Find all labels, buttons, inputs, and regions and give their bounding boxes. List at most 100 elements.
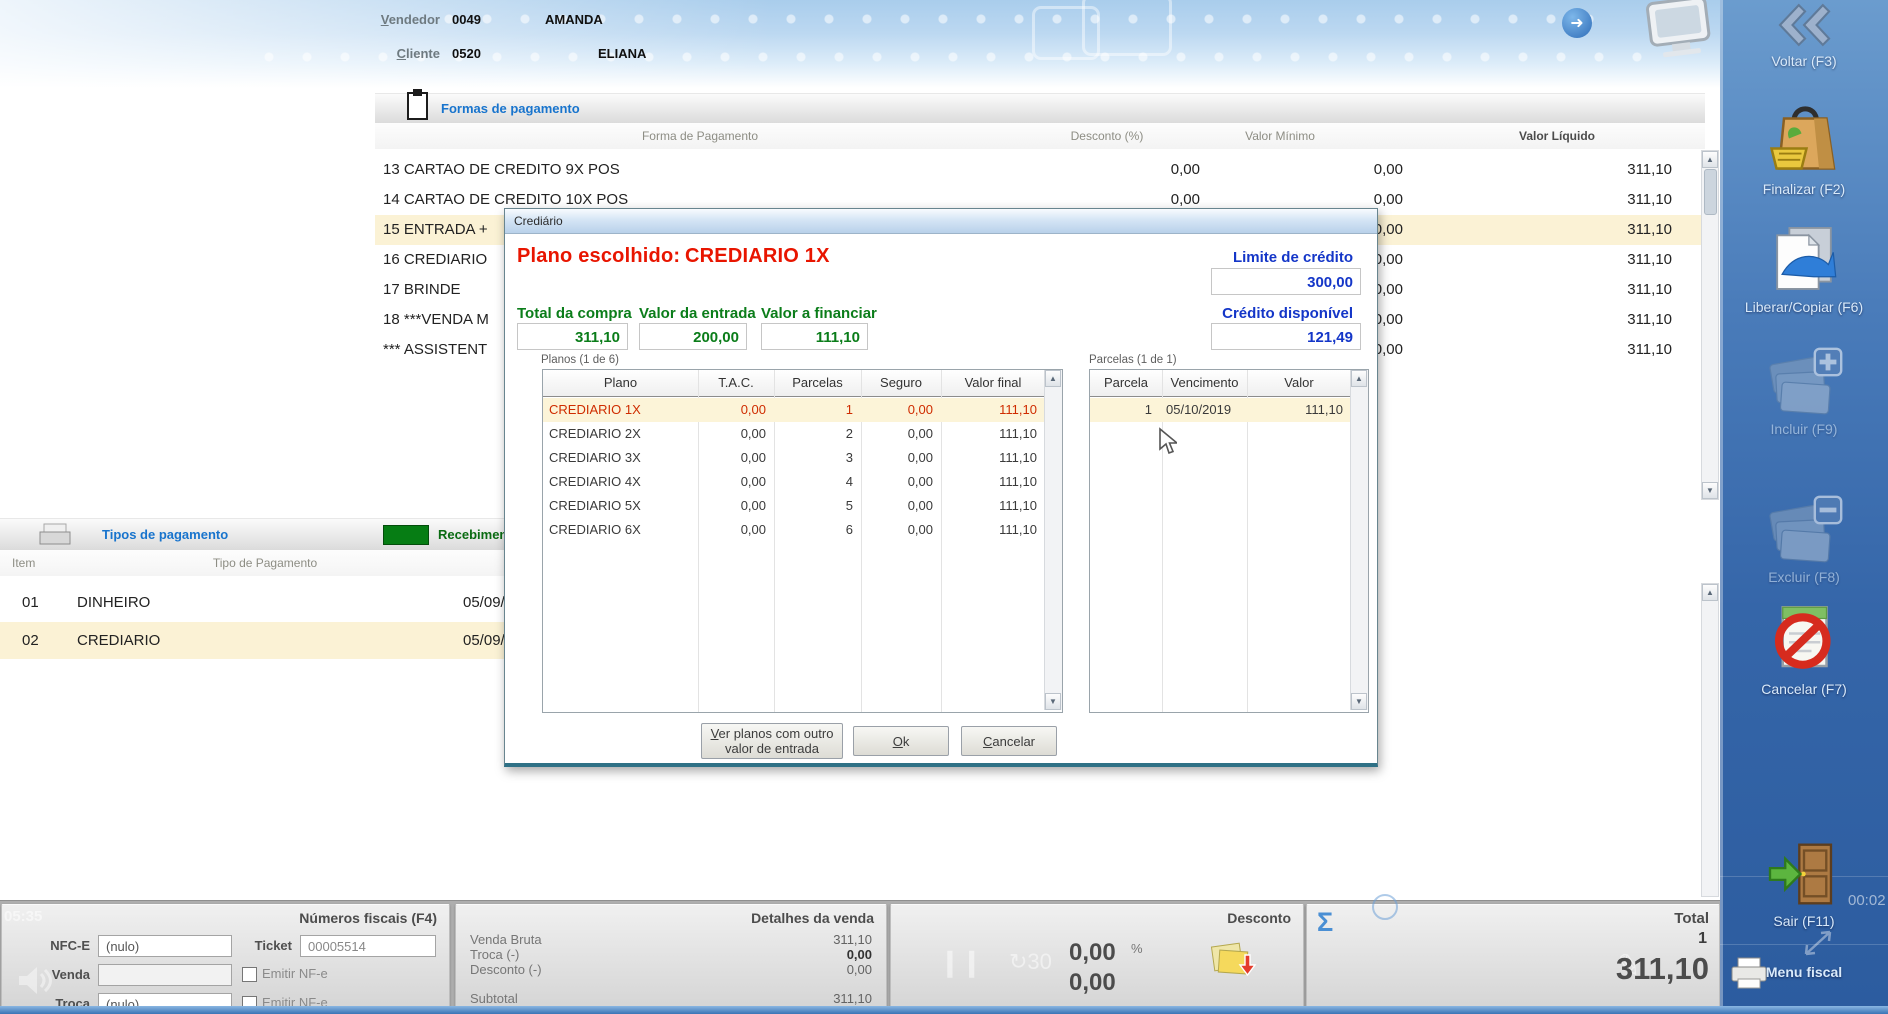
discount-amount-value: 0,00 [1069, 969, 1116, 997]
subtotal-value: 311,10 [833, 991, 872, 1006]
scroll-up-icon[interactable]: ▲ [1351, 370, 1367, 387]
payment-row-name: 14 CARTAO DE CREDITO 10X POS [383, 191, 628, 208]
view-other-plans-button[interactable]: Ver planos com outro valor de entrada [701, 723, 843, 759]
payment-row-desconto: 0,00 [1050, 161, 1200, 178]
sidebar-sair-button[interactable]: Sair (F11) [1720, 840, 1888, 929]
venda-label: Venda [26, 967, 90, 982]
payment-row-liquido: 311,10 [1522, 311, 1672, 328]
clipboard-icon [405, 88, 431, 122]
col-seguro: Seguro [861, 375, 941, 390]
scroll-down-icon[interactable]: ▼ [1702, 482, 1718, 499]
vendedor-label: Vendedor [360, 12, 440, 27]
plans-scrollbar[interactable]: ▲ ▼ [1044, 370, 1062, 710]
payment-row-name: 18 ***VENDA M [383, 311, 489, 328]
payment-section-header: Formas de pagamento [375, 93, 1705, 125]
installment-row[interactable]: 1 05/10/2019 111,10 [1090, 398, 1351, 422]
sidebar-finalizar-button[interactable]: Finalizar (F2) [1720, 96, 1888, 197]
plan-parcelas: 3 [774, 450, 853, 465]
troca-minus-label: Troca (-) [470, 947, 519, 962]
col-desconto: Desconto (%) [1032, 129, 1182, 143]
sidebar-incluir-button[interactable]: Incluir (F9) [1720, 344, 1888, 437]
installments-scrollbar[interactable]: ▲ ▼ [1350, 370, 1368, 710]
col-tac: T.A.C. [698, 375, 774, 390]
cancel-button[interactable]: Cancelar [961, 726, 1057, 756]
plan-tac: 0,00 [698, 522, 766, 537]
payment-row-name: 15 ENTRADA + [383, 221, 488, 238]
sidebar-liberar-copiar-button[interactable]: Liberar/Copiar (F6) [1720, 218, 1888, 315]
pause-watermark-icon: ❙❙ [939, 947, 983, 978]
plan-seguro: 0,00 [861, 426, 933, 441]
plan-final: 111,10 [941, 522, 1037, 537]
venda-field[interactable] [98, 964, 232, 986]
plan-row[interactable]: CREDIARIO 5X 0,00 5 0,00 111,10 [543, 494, 1045, 518]
details-panel-title: Detalhes da venda [751, 910, 874, 926]
plan-seguro: 0,00 [861, 522, 933, 537]
dots-decoration [430, 12, 1600, 26]
scroll-up-icon[interactable]: ▲ [1702, 151, 1718, 168]
ok-button[interactable]: Ok [853, 726, 949, 756]
payment-row-minimo: 0,00 [1253, 191, 1403, 208]
down-payment-value: 200,00 [639, 323, 747, 350]
plan-row[interactable]: CREDIARIO 4X 0,00 4 0,00 111,10 [543, 470, 1045, 494]
payment-row-desconto: 0,00 [1050, 191, 1200, 208]
payment-column-headers: Forma de Pagamento Desconto (%) Valor Mí… [375, 123, 1705, 149]
cash-drawer-icon [38, 521, 74, 547]
payment-row[interactable]: 13 CARTAO DE CREDITO 9X POS 0,00 0,00 31… [375, 155, 1705, 185]
cliente-code: 0520 [452, 46, 481, 61]
next-arrow-icon[interactable]: ➜ [1562, 8, 1592, 38]
venda-bruta-value: 311,10 [833, 932, 872, 947]
col-valor-minimo: Valor Mínimo [1205, 129, 1355, 143]
type-row-date: 05/09/ [463, 594, 505, 611]
scrollbar-thumb[interactable] [1704, 169, 1717, 215]
sale-details-panel: Detalhes da venda Venda Bruta 311,10 Tro… [455, 904, 887, 1013]
plan-seguro: 0,00 [861, 450, 933, 465]
plan-final: 111,10 [941, 474, 1037, 489]
sidebar-cancelar-button[interactable]: Cancelar (F7) [1720, 596, 1888, 697]
sidebar-label: Finalizar (F2) [1720, 181, 1888, 197]
discount-notes-icon[interactable] [1209, 937, 1259, 987]
desconto-minus-value: 0,00 [847, 962, 872, 977]
desconto-minus-label: Desconto (-) [470, 962, 542, 977]
plan-row-selected[interactable]: CREDIARIO 1X 0,00 1 0,00 111,10 [543, 398, 1045, 422]
scroll-down-icon[interactable]: ▼ [1045, 693, 1061, 710]
available-credit-label: Crédito disponível [1111, 305, 1353, 322]
type-row-item: 02 [22, 632, 39, 649]
circle-decoration [1372, 894, 1398, 920]
exit-door-icon [1766, 840, 1842, 908]
sidebar-voltar-button[interactable]: Voltar (F3) [1720, 2, 1888, 69]
main-scrollbar[interactable]: ▲ [1701, 583, 1719, 897]
scroll-up-icon[interactable]: ▲ [1702, 584, 1718, 601]
finance-amount-label: Valor a financiar [761, 305, 877, 322]
finance-amount-value: 111,10 [761, 323, 868, 350]
nfce-label: NFC-E [26, 938, 90, 953]
installment-number: 1 [1090, 402, 1152, 417]
ticket-field[interactable]: 00005514 [300, 935, 436, 957]
scroll-down-icon[interactable]: ▼ [1351, 693, 1367, 710]
col-valor: Valor [1247, 375, 1351, 390]
plan-final: 111,10 [941, 402, 1037, 417]
plan-row[interactable]: CREDIARIO 6X 0,00 6 0,00 111,10 [543, 518, 1045, 542]
plan-parcelas: 2 [774, 426, 853, 441]
installment-due-date: 05/10/2019 [1166, 402, 1231, 417]
available-credit-value: 121,49 [1211, 323, 1361, 350]
pos-screen: Vendedor 0049 AMANDA Cliente 0520 ELIANA… [0, 0, 1888, 1014]
payment-scrollbar[interactable]: ▲ ▼ [1701, 150, 1719, 500]
emitir-nfe-checkbox[interactable] [242, 967, 257, 982]
plan-parcelas: 6 [774, 522, 853, 537]
dialog-titlebar[interactable]: Crediário [505, 209, 1377, 234]
plans-table-header: Plano T.A.C. Parcelas Seguro Valor final [543, 370, 1045, 397]
sidebar-label: Excluir (F8) [1720, 569, 1888, 585]
action-sidebar: Voltar (F3) Finalizar (F2) Liberar/Copia… [1720, 0, 1888, 1014]
copy-pages-icon [1765, 218, 1843, 294]
plan-row[interactable]: CREDIARIO 3X 0,00 3 0,00 111,10 [543, 446, 1045, 470]
total-item-count: 1 [1698, 930, 1707, 948]
received-legend-swatch [383, 525, 429, 545]
scroll-up-icon[interactable]: ▲ [1045, 370, 1061, 387]
discount-panel: Desconto ❙❙ ↻30 0,00 % 0,00 [890, 904, 1304, 1013]
plan-row[interactable]: CREDIARIO 2X 0,00 2 0,00 111,10 [543, 422, 1045, 446]
troca-minus-value: 0,00 [847, 947, 872, 962]
types-section-title: Tipos de pagamento [102, 527, 228, 542]
sidebar-excluir-button[interactable]: Excluir (F8) [1720, 492, 1888, 585]
bottom-status-strip: 05:35 Números fiscais (F4) NFC-E (nulo) … [0, 900, 1720, 1014]
crediario-dialog: Crediário Plano escolhido: CREDIARIO 1X … [504, 208, 1378, 767]
